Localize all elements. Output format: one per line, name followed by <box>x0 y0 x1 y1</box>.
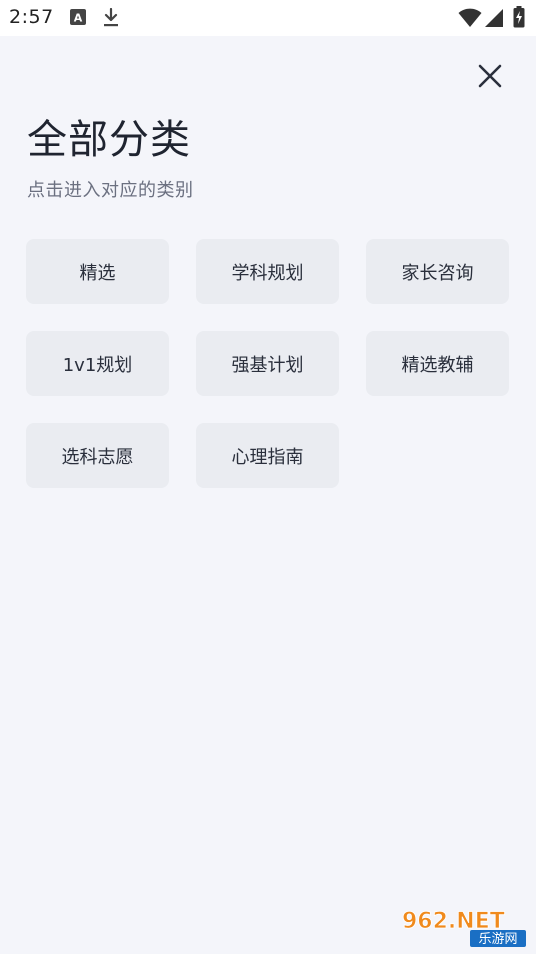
page-title: 全部分类 <box>27 117 191 163</box>
category-button[interactable]: 1v1规划 <box>26 331 169 396</box>
watermark-text-bottom: 乐游网 <box>478 932 517 947</box>
category-button[interactable]: 精选 <box>26 239 169 304</box>
category-button[interactable]: 学科规划 <box>196 239 339 304</box>
svg-text:A: A <box>74 12 83 25</box>
status-time: 2:57 <box>9 6 54 28</box>
close-button[interactable] <box>470 56 510 96</box>
status-bar: 2:57 A <box>0 0 536 36</box>
battery-charging-icon <box>513 6 525 28</box>
close-icon <box>478 64 502 88</box>
wifi-icon <box>458 8 482 27</box>
category-button[interactable]: 家长咨询 <box>366 239 509 304</box>
category-button[interactable]: 精选教辅 <box>366 331 509 396</box>
watermark-logo: 962.NET 乐游网 <box>402 909 526 947</box>
keyboard-a-icon: A <box>70 9 86 25</box>
category-grid: 精选 学科规划 家长咨询 1v1规划 强基计划 精选教辅 选科志愿 心理指南 <box>26 239 510 488</box>
category-button[interactable]: 选科志愿 <box>26 423 169 488</box>
category-button[interactable]: 心理指南 <box>196 423 339 488</box>
category-button[interactable]: 强基计划 <box>196 331 339 396</box>
page-subtitle: 点击进入对应的类别 <box>27 180 194 201</box>
download-icon <box>104 8 118 27</box>
cell-signal-icon <box>485 9 503 27</box>
